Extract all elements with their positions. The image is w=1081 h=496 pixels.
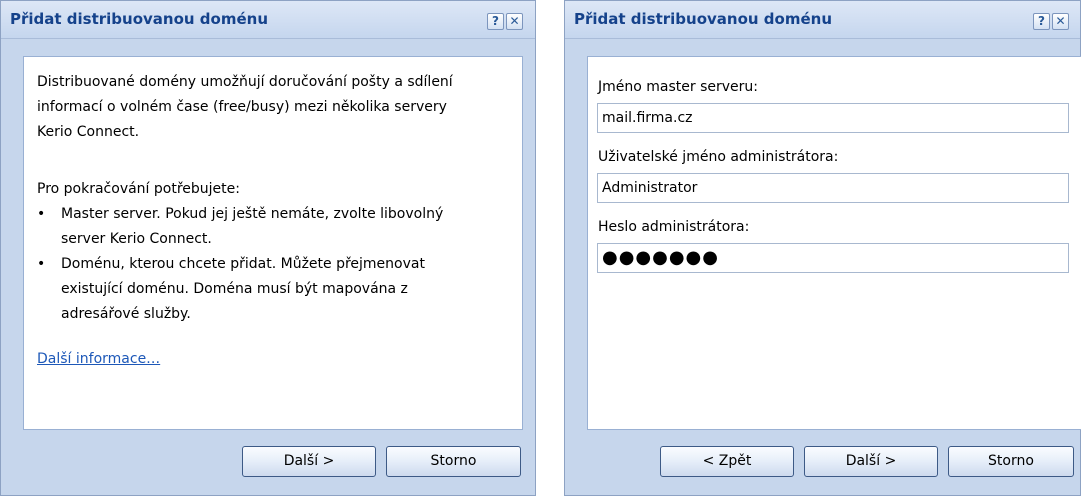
dialog-titlebar[interactable]: Přidat distribuovanou doménu ? ✕: [565, 1, 1080, 39]
intro-text-line-2: informací o volném čase (free/busy) mezi…: [37, 99, 447, 115]
help-icon[interactable]: ?: [487, 13, 504, 30]
intro-text-line-1: Distribuované domény umožňují doručování…: [37, 74, 453, 90]
intro-text-line-3: Kerio Connect.: [37, 124, 140, 140]
help-icon[interactable]: ?: [1033, 13, 1050, 30]
dialog-title: Přidat distribuovanou doménu: [10, 10, 269, 28]
dialog-titlebar[interactable]: Přidat distribuovanou doménu ? ✕: [1, 1, 535, 39]
bullet-marker: •: [37, 206, 46, 222]
dialog-title: Přidat distribuovanou doménu: [574, 10, 833, 28]
admin-password-input[interactable]: ●●●●●●●: [597, 243, 1069, 273]
admin-username-label: Uživatelské jméno administrátora:: [598, 149, 839, 165]
bullet-text-continued: adresářové služby.: [61, 306, 191, 322]
next-button[interactable]: Další >: [804, 446, 938, 477]
admin-password-label: Heslo administrátora:: [598, 219, 750, 235]
close-icon[interactable]: ✕: [1052, 13, 1069, 30]
master-server-input[interactable]: [597, 103, 1069, 133]
list-item: • Master server. Pokud jej ještě nemáte, …: [37, 202, 443, 227]
bullet-text: Master server. Pokud jej ještě nemáte, z…: [61, 206, 444, 222]
add-distributed-domain-dialog-intro: Přidat distribuovanou doménu ? ✕ Distrib…: [0, 0, 536, 496]
bullet-marker: •: [37, 256, 46, 272]
close-icon[interactable]: ✕: [506, 13, 523, 30]
cancel-button[interactable]: Storno: [948, 446, 1074, 477]
list-item: • Doménu, kterou chcete přidat. Můžete př…: [37, 252, 425, 277]
add-distributed-domain-dialog-credentials: Přidat distribuovanou doménu ? ✕ Jméno m…: [564, 0, 1081, 496]
bullet-text-continued: server Kerio Connect.: [61, 231, 212, 247]
requirements-heading: Pro pokračování potřebujete:: [37, 181, 240, 197]
back-button[interactable]: < Zpět: [660, 446, 794, 477]
dialog-content-panel: Jméno master serveru: Uživatelské jméno …: [587, 56, 1081, 430]
cancel-button[interactable]: Storno: [386, 446, 521, 477]
next-button[interactable]: Další >: [242, 446, 376, 477]
master-server-label: Jméno master serveru:: [598, 79, 758, 95]
bullet-text: Doménu, kterou chcete přidat. Můžete pře…: [61, 256, 425, 272]
bullet-text-continued: existující doménu. Doména musí být mapov…: [61, 281, 408, 297]
more-info-link[interactable]: Další informace…: [37, 351, 160, 367]
dialog-content-panel: Distribuované domény umožňují doručování…: [23, 56, 523, 430]
admin-username-input[interactable]: [597, 173, 1069, 203]
